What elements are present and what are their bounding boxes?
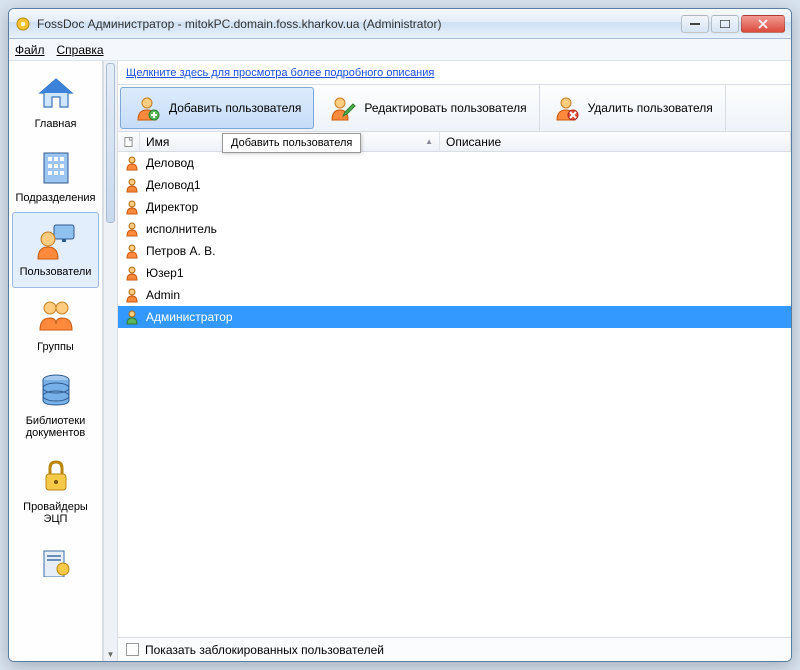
user-icon [124,265,140,281]
building-icon [34,145,78,189]
column-headers: Имя ▲ Описание [118,132,791,152]
row-name: исполнитель [146,222,217,236]
admin-user-icon [124,309,140,325]
user-icon [124,177,140,193]
sidebar-item-users[interactable]: Пользователи [12,212,99,288]
row-name: Деловод1 [146,178,201,192]
table-row[interactable]: Юзер1 [118,262,791,284]
table-row[interactable]: исполнитель [118,218,791,240]
sidebar-item-libraries[interactable]: Библиотеки документов [9,362,102,448]
user-icon [124,243,140,259]
scroll-thumb[interactable] [106,63,115,223]
sidebar-scrollbar[interactable]: ▲ ▼ [103,61,117,661]
sidebar-item-label: Группы [37,341,74,354]
user-monitor-icon [34,219,78,263]
app-icon [15,16,31,32]
sidebar-item-providers[interactable]: Провайдеры ЭЦП [9,448,102,534]
close-button[interactable] [741,15,785,33]
show-blocked-checkbox[interactable] [126,643,139,656]
sidebar-item-label: Подразделения [16,192,96,205]
sidebar-item-departments[interactable]: Подразделения [9,139,102,213]
row-name: Директор [146,200,198,214]
row-name: Деловод [146,156,194,170]
info-bar: Щелкните здесь для просмотра более подро… [118,61,791,81]
toolbar-label: Добавить пользователя [169,101,301,115]
sidebar-item-label: Главная [35,118,77,131]
table-row[interactable]: Деловод [118,152,791,174]
table-row[interactable]: Петров А. В. [118,240,791,262]
minimize-button[interactable] [681,15,709,33]
groups-icon [34,294,78,338]
sidebar-item-label: Провайдеры ЭЦП [11,501,100,526]
table-row[interactable]: Admin [118,284,791,306]
menu-file[interactable]: Файл [15,43,45,57]
main-panel: Щелкните здесь для просмотра более подро… [117,61,791,661]
user-list: Деловод Деловод1 Директор исполнитель Петров… [118,152,791,637]
user-icon [124,221,140,237]
maximize-button[interactable] [711,15,739,33]
doc-lock-icon [34,540,78,584]
sidebar-item-label: Пользователи [20,266,92,279]
sidebar-item-label: Библиотеки документов [11,415,100,440]
user-icon [124,199,140,215]
lock-icon [34,454,78,498]
sidebar-item-partial[interactable] [9,534,102,587]
info-link[interactable]: Щелкните здесь для просмотра более подро… [126,67,434,79]
row-name: Юзер1 [146,266,184,280]
sidebar-item-groups[interactable]: Группы [9,288,102,362]
sidebar: Главная Подразделения Пользователи Групп… [9,61,103,661]
menu-help[interactable]: Справка [57,43,104,57]
status-label: Показать заблокированных пользователей [145,643,384,657]
column-desc[interactable]: Описание [440,132,791,151]
column-desc-label: Описание [446,135,501,149]
delete-user-button[interactable]: Удалить пользователя [540,85,726,131]
window-title: FossDoc Администратор - mitokPC.domain.f… [37,17,681,31]
row-name: Admin [146,288,180,302]
scroll-down-icon[interactable]: ▼ [104,647,117,661]
window-buttons [681,15,785,33]
add-user-icon [133,94,161,122]
add-user-button[interactable]: Добавить пользователя [120,87,314,129]
toolbar: Добавить пользователя Редактировать поль… [118,84,791,132]
row-name: Администратор [146,310,233,324]
row-name: Петров А. В. [146,244,215,258]
column-doc-icon[interactable] [118,132,140,151]
titlebar[interactable]: FossDoc Администратор - mitokPC.domain.f… [9,9,791,39]
window: FossDoc Администратор - mitokPC.domain.f… [8,8,792,662]
toolbar-label: Редактировать пользователя [364,101,526,115]
user-icon [124,287,140,303]
column-name-label: Имя [146,135,169,149]
delete-user-icon [552,94,580,122]
edit-user-icon [328,94,356,122]
status-bar: Показать заблокированных пользователей [118,637,791,661]
toolbar-label: Удалить пользователя [588,101,713,115]
database-icon [34,368,78,412]
table-row[interactable]: Деловод1 [118,174,791,196]
edit-user-button[interactable]: Редактировать пользователя [316,85,539,131]
sort-asc-icon: ▲ [425,137,433,146]
sidebar-item-home[interactable]: Главная [9,65,102,139]
column-name[interactable]: Имя ▲ [140,132,440,151]
table-row[interactable]: Администратор [118,306,791,328]
menubar: Файл Справка [9,39,791,61]
body: Главная Подразделения Пользователи Групп… [9,61,791,661]
home-icon [34,71,78,115]
table-row[interactable]: Директор [118,196,791,218]
user-icon [124,155,140,171]
